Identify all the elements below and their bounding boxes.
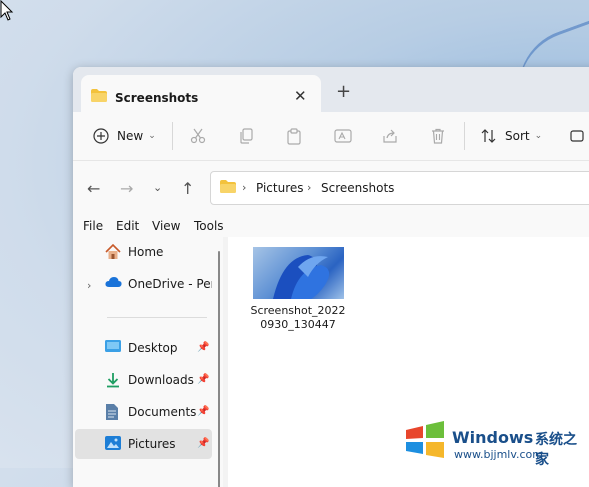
scissors-icon bbox=[190, 128, 206, 144]
bloom-wallpaper-image bbox=[273, 255, 330, 299]
paste-button[interactable] bbox=[286, 112, 302, 160]
sort-icon bbox=[481, 129, 496, 143]
file-name-line: 0930_130447 bbox=[260, 318, 336, 331]
chevron-down-icon: ⌄ bbox=[148, 131, 156, 141]
folder-icon bbox=[220, 180, 236, 193]
site-watermark: Windows 系统之家 www.bjjmlv.com bbox=[400, 410, 589, 468]
command-bar: New ⌄ Sort ⌄ bbox=[73, 112, 589, 160]
home-icon bbox=[105, 244, 121, 259]
sort-button-label: Sort bbox=[505, 129, 530, 143]
folder-icon bbox=[91, 89, 107, 102]
watermark-url: www.bjjmlv.com bbox=[454, 448, 543, 461]
toolbar-divider bbox=[464, 122, 465, 150]
new-tab-button[interactable]: + bbox=[336, 81, 351, 102]
desktop-icon bbox=[105, 340, 121, 352]
view-button[interactable] bbox=[570, 112, 584, 160]
sidebar-item-label: OneDrive - Perso bbox=[128, 277, 212, 291]
navigation-pane: Home › OneDrive - Perso Desktop 📌 Downlo… bbox=[73, 237, 223, 487]
toolbar-divider bbox=[172, 122, 173, 150]
rename-button[interactable] bbox=[334, 112, 352, 160]
sidebar-item-desktop[interactable]: Desktop 📌 bbox=[75, 333, 212, 363]
menu-bar: File Edit View Tools bbox=[73, 215, 589, 237]
back-arrow-icon[interactable]: ← bbox=[87, 179, 100, 198]
menu-file[interactable]: File bbox=[83, 219, 103, 233]
sort-button[interactable]: Sort ⌄ bbox=[481, 112, 542, 160]
file-name-line: Screenshot_2022 bbox=[250, 304, 346, 317]
pin-icon[interactable]: 📌 bbox=[197, 406, 209, 417]
cloud-icon bbox=[105, 277, 122, 287]
share-icon bbox=[383, 129, 397, 143]
chevron-down-icon: ⌄ bbox=[534, 131, 543, 141]
new-button-label: New bbox=[117, 129, 144, 143]
pictures-icon bbox=[105, 436, 121, 450]
plus-circle-icon bbox=[93, 128, 109, 144]
breadcrumb-separator-icon: › bbox=[242, 181, 247, 194]
pin-icon[interactable]: 📌 bbox=[197, 374, 209, 385]
copy-icon bbox=[240, 128, 253, 144]
sidebar-item-documents[interactable]: Documents 📌 bbox=[75, 397, 212, 427]
rename-icon bbox=[334, 129, 352, 143]
address-bar[interactable]: › Pictures › Screenshots bbox=[210, 171, 589, 205]
pin-icon[interactable]: 📌 bbox=[197, 342, 209, 353]
menu-edit[interactable]: Edit bbox=[116, 219, 139, 233]
tab-title: Screenshots bbox=[115, 91, 199, 105]
tab-screenshots[interactable]: Screenshots ✕ bbox=[81, 75, 321, 112]
forward-arrow-icon[interactable]: → bbox=[120, 179, 133, 198]
breadcrumb-screenshots[interactable]: Screenshots bbox=[321, 181, 394, 195]
delete-button[interactable] bbox=[430, 112, 446, 160]
pin-icon[interactable]: 📌 bbox=[197, 438, 209, 449]
view-icon bbox=[570, 130, 584, 142]
sidebar-item-home[interactable]: Home bbox=[75, 237, 212, 267]
document-icon bbox=[106, 404, 118, 420]
cut-button[interactable] bbox=[190, 112, 206, 160]
address-row: ← → ⌄ ↑ › Pictures › Screenshots bbox=[73, 160, 589, 216]
sidebar-item-downloads[interactable]: Downloads 📌 bbox=[75, 365, 212, 395]
copy-button[interactable] bbox=[238, 112, 254, 160]
windows-logo-icon bbox=[406, 421, 444, 458]
sidebar-item-pictures[interactable]: Pictures 📌 bbox=[75, 429, 212, 459]
navigation-scrollbar[interactable] bbox=[218, 251, 220, 487]
paste-icon bbox=[287, 127, 301, 145]
breadcrumb-separator-icon: › bbox=[307, 181, 312, 194]
navigation-divider bbox=[107, 317, 207, 318]
download-icon bbox=[107, 373, 119, 388]
trash-icon bbox=[432, 128, 444, 144]
sidebar-item-onedrive[interactable]: OneDrive - Perso bbox=[75, 269, 212, 299]
watermark-brand: Windows bbox=[452, 428, 534, 447]
up-arrow-icon[interactable]: ↑ bbox=[181, 179, 194, 198]
file-name: Screenshot_2022 0930_130447 bbox=[248, 304, 348, 332]
new-button[interactable]: New ⌄ bbox=[93, 112, 156, 160]
watermark-cn: 系统之家 bbox=[535, 432, 577, 468]
breadcrumb-pictures[interactable]: Pictures bbox=[256, 181, 304, 195]
tab-bar: Screenshots ✕ + bbox=[73, 67, 589, 112]
close-tab-icon[interactable]: ✕ bbox=[294, 87, 307, 105]
menu-view[interactable]: View bbox=[152, 219, 180, 233]
file-thumbnail bbox=[253, 247, 344, 299]
recent-locations-chevron-icon[interactable]: ⌄ bbox=[153, 181, 162, 194]
sidebar-item-label: Home bbox=[128, 245, 164, 259]
share-button[interactable] bbox=[382, 112, 398, 160]
mouse-cursor-icon bbox=[0, 0, 14, 21]
menu-tools[interactable]: Tools bbox=[194, 219, 224, 233]
